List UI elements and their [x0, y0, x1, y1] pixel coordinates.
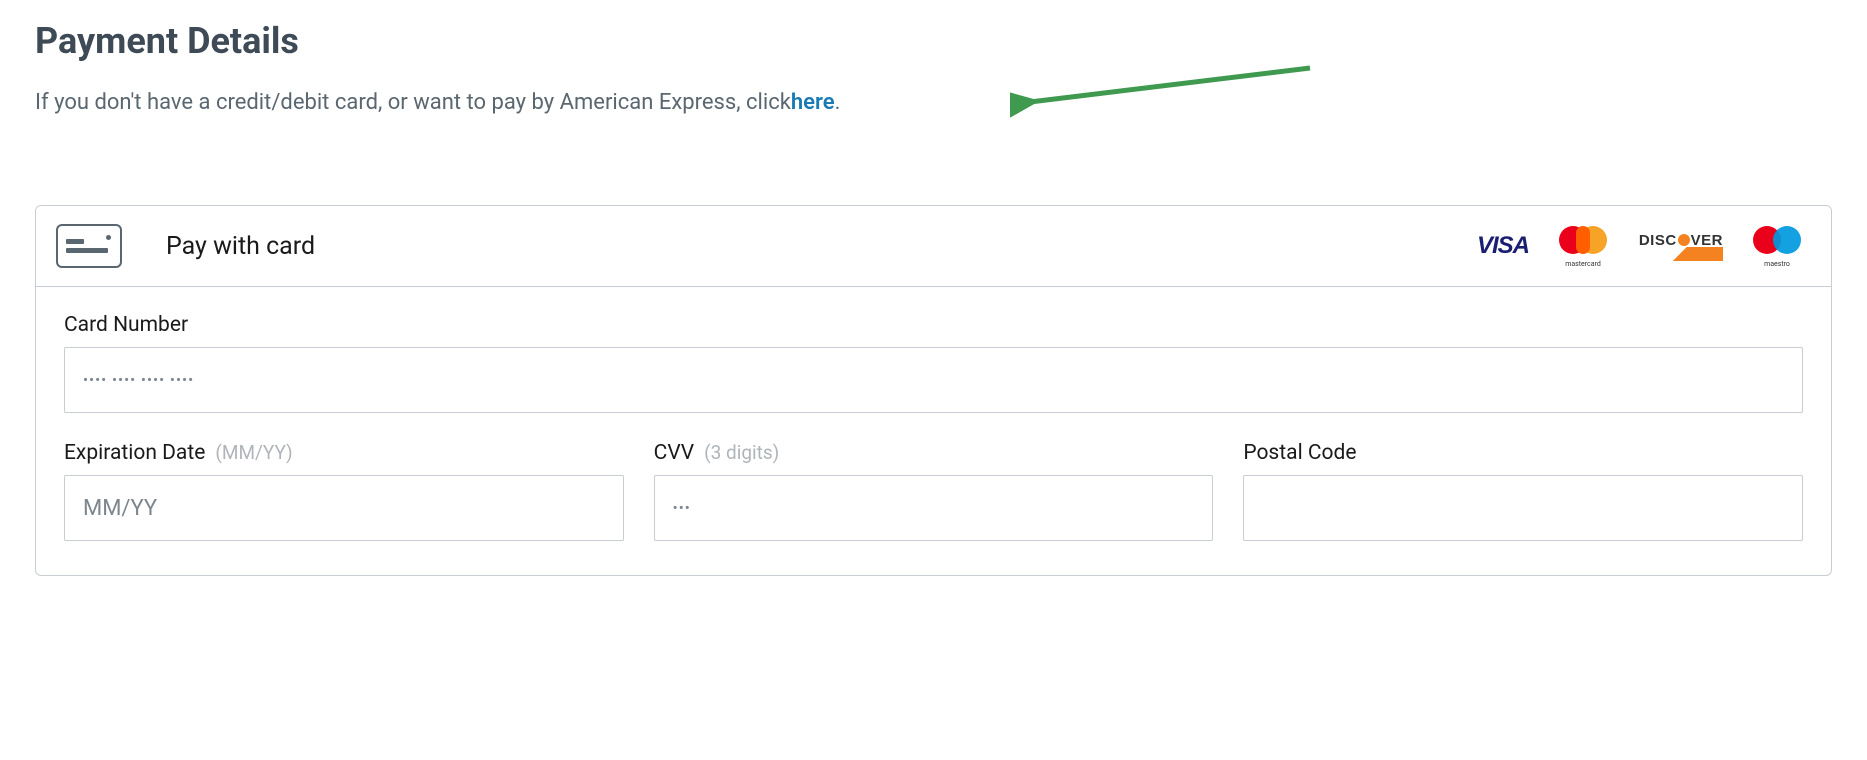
card-number-input[interactable] [64, 347, 1803, 413]
accepted-cards-logos: VISA mastercard DISCVER maestro [1477, 226, 1803, 266]
cvv-hint: (3 digits) [704, 441, 779, 464]
expiration-label: Expiration Date (MM/YY) [64, 441, 624, 465]
alternate-payment-link[interactable]: here [791, 90, 835, 115]
cvv-field: CVV (3 digits) [654, 441, 1214, 541]
card-number-field: Card Number [64, 313, 1803, 413]
secondary-fields-row: Expiration Date (MM/YY) CVV (3 digits) P… [64, 441, 1803, 541]
credit-card-icon [56, 224, 122, 268]
expiration-hint: (MM/YY) [215, 441, 292, 464]
postal-code-label: Postal Code [1243, 441, 1803, 465]
payment-card-panel: Pay with card VISA mastercard DISCVER ma… [35, 205, 1832, 576]
payment-card-body: Card Number Expiration Date (MM/YY) CVV … [36, 287, 1831, 575]
help-text-suffix: . [835, 90, 841, 115]
expiration-field: Expiration Date (MM/YY) [64, 441, 624, 541]
payment-header-left: Pay with card [56, 224, 315, 268]
discover-icon: DISCVER [1637, 232, 1723, 261]
card-number-label: Card Number [64, 313, 1803, 337]
payment-alt-help-text: If you don't have a credit/debit card, o… [35, 90, 1832, 115]
cvv-input[interactable] [654, 475, 1214, 541]
payment-card-header: Pay with card VISA mastercard DISCVER ma… [36, 206, 1831, 287]
visa-icon: VISA [1477, 232, 1529, 260]
page-title: Payment Details [35, 20, 1832, 62]
postal-code-input[interactable] [1243, 475, 1803, 541]
annotation-arrow-icon [1010, 60, 1330, 120]
pay-with-card-label: Pay with card [166, 232, 315, 261]
mastercard-icon: mastercard [1557, 226, 1609, 266]
cvv-label: CVV (3 digits) [654, 441, 1214, 465]
expiration-label-text: Expiration Date [64, 441, 205, 465]
expiration-input[interactable] [64, 475, 624, 541]
maestro-icon: maestro [1751, 226, 1803, 266]
postal-code-field: Postal Code [1243, 441, 1803, 541]
help-text-prefix: If you don't have a credit/debit card, o… [35, 90, 791, 115]
cvv-label-text: CVV [654, 441, 694, 465]
